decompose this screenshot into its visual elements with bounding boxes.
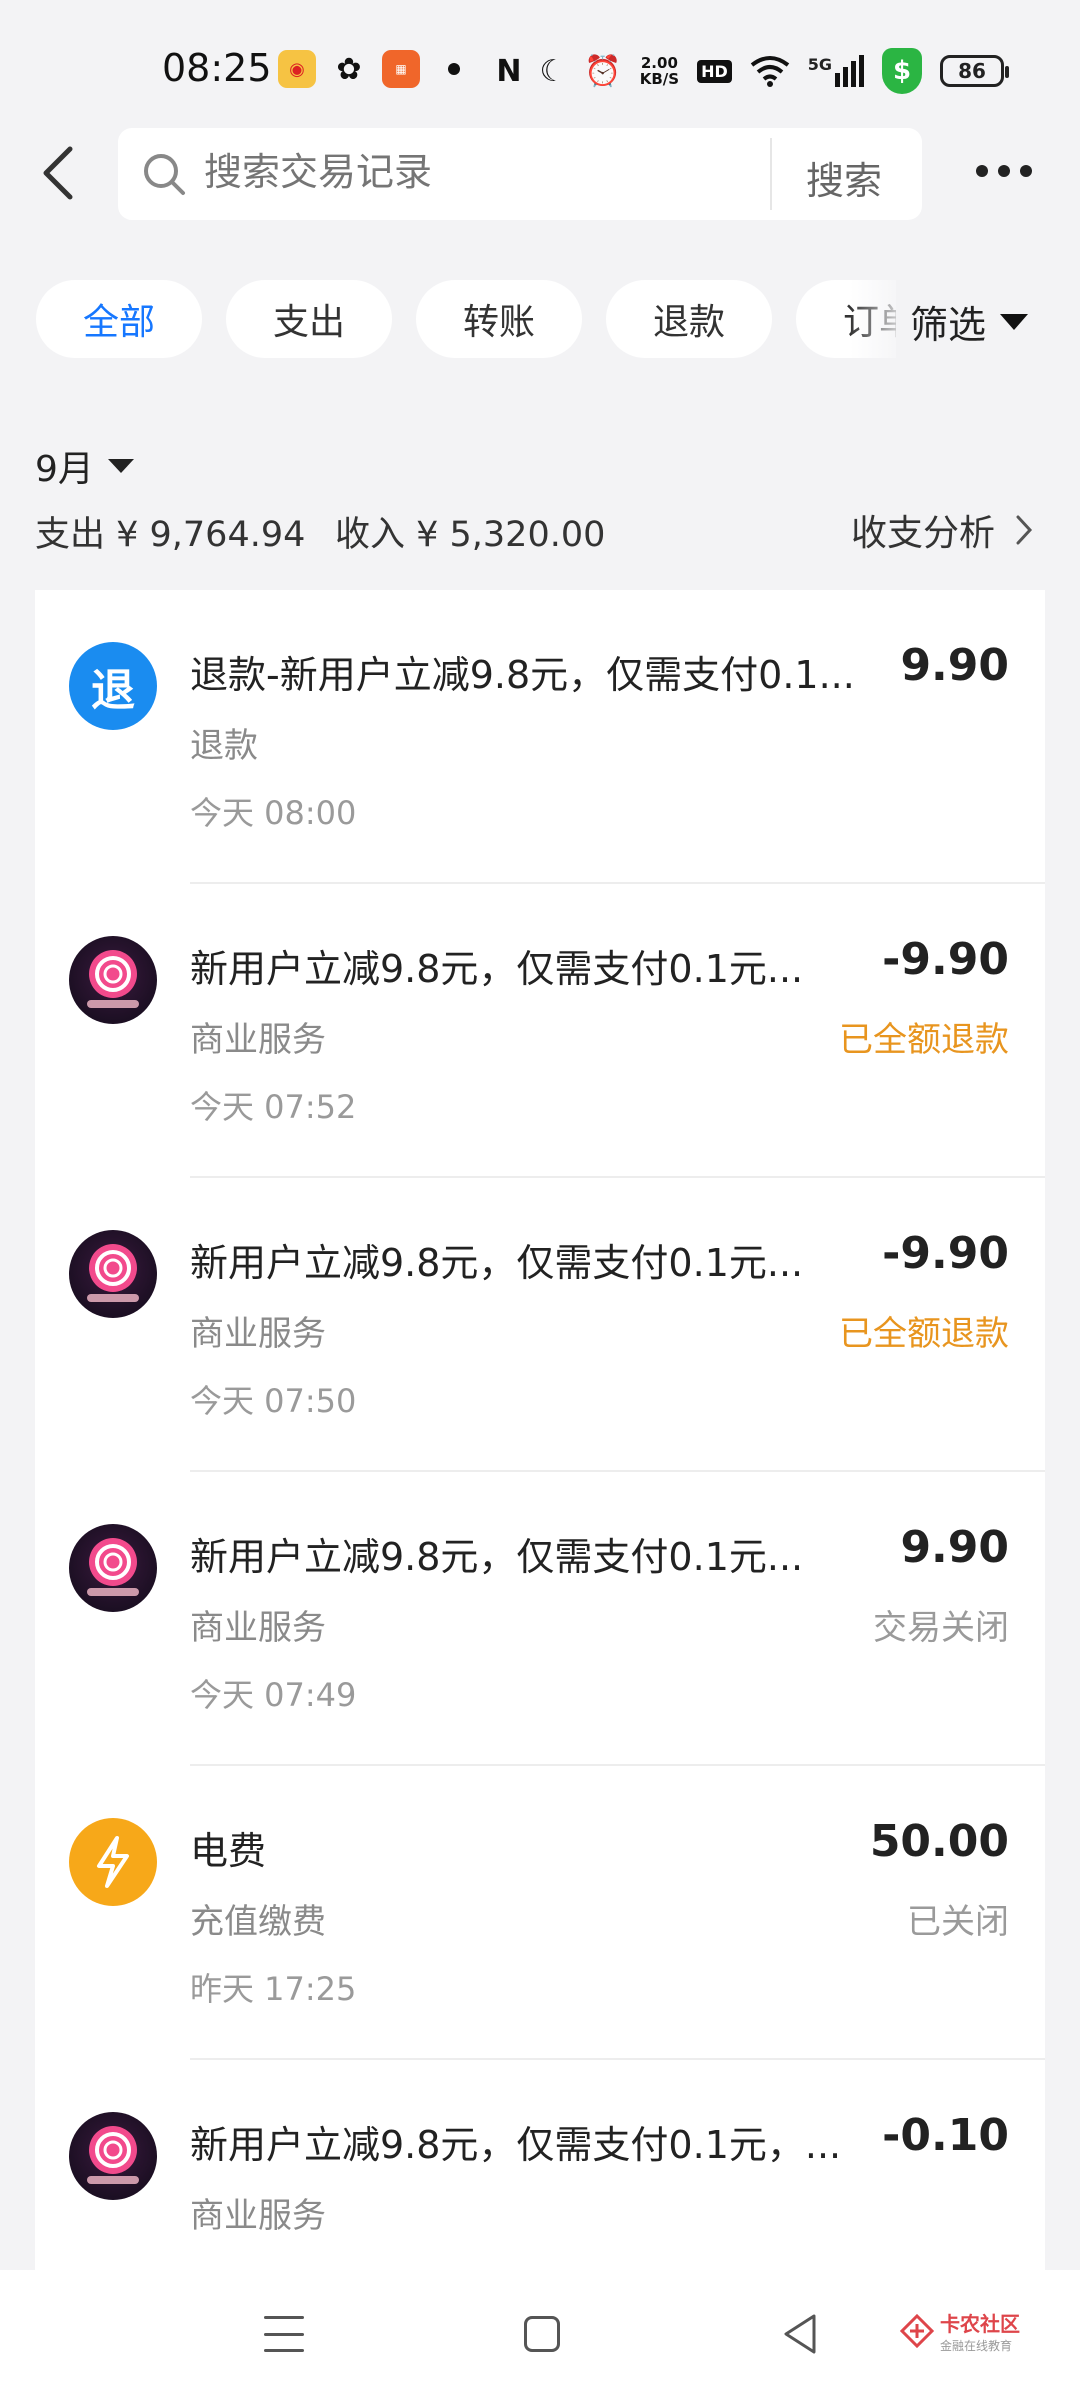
back-button[interactable] (32, 140, 82, 206)
transaction-time: 昨天 17:25 (190, 1970, 357, 2008)
chip-expense[interactable]: 支出 (226, 280, 392, 358)
transaction-amount: 9.90 (900, 640, 1009, 691)
transaction-time: 今天 07:50 (190, 1382, 357, 1420)
status-indicators: N ☾ ⏰ 2.00 KB/S HD 5G $ 86 (496, 48, 1009, 94)
month-summary: 9月 支出 ¥ 9,764.94 收入 ¥ 5,320.00 收支分析 (35, 408, 1045, 588)
alarm-icon: ⏰ (584, 53, 622, 89)
menu-icon[interactable] (264, 2316, 304, 2352)
transaction-row[interactable]: 退 退款-新用户立减9.8元，仅需支付0.1... 退款 今天 08:00 9.… (35, 590, 1045, 884)
transaction-row[interactable]: 新用户立减9.8元，仅需支付0.1元，... 商业服务 -0.10 (35, 2060, 1045, 2270)
transaction-category: 退款 (190, 726, 258, 766)
transaction-amount: -0.10 (882, 2110, 1009, 2161)
home-icon[interactable] (524, 2316, 560, 2352)
transaction-row[interactable]: 新用户立减9.8元，仅需支付0.1元... 商业服务 今天 07:50 -9.9… (35, 1178, 1045, 1472)
watermark-name: 卡农社区 (940, 2312, 1020, 2336)
chevron-right-icon (1016, 515, 1033, 545)
more-notifications-dot (448, 63, 460, 75)
expense-total: 支出 ¥ 9,764.94 (35, 515, 306, 555)
transaction-amount: 50.00 (869, 1816, 1009, 1867)
transaction-category: 商业服务 (190, 2196, 326, 2236)
month-label: 9月 (35, 449, 94, 490)
transaction-time: 今天 07:49 (190, 1676, 357, 1714)
transaction-title: 电费 (190, 1829, 267, 1873)
lollipop-merchant-icon (69, 1524, 157, 1612)
transaction-category: 商业服务 (190, 1314, 326, 1354)
search-button[interactable]: 搜索 (806, 150, 882, 205)
analysis-label: 收支分析 (850, 513, 995, 554)
battery-level: 86 (958, 59, 986, 83)
more-options-icon[interactable] (976, 150, 1032, 192)
lollipop-merchant-icon (69, 1230, 157, 1318)
chip-all[interactable]: 全部 (36, 280, 202, 358)
system-nav-bar: 卡农社区 金融在线教育 (0, 2270, 1080, 2400)
transaction-title: 新用户立减9.8元，仅需支付0.1元，... (190, 2123, 842, 2167)
transaction-category: 商业服务 (190, 1020, 326, 1060)
chip-transfer[interactable]: 转账 (416, 280, 582, 358)
transaction-category: 商业服务 (190, 1608, 326, 1648)
caret-down-icon (107, 459, 134, 473)
watermark-tagline: 金融在线教育 (940, 2339, 1013, 2353)
search-bar: 搜索 (118, 128, 922, 220)
filter-button[interactable]: 筛选 (910, 294, 1029, 349)
status-time: 08:25 (162, 46, 272, 90)
search-icon (144, 154, 185, 195)
transaction-list: 退 退款-新用户立减9.8元，仅需支付0.1... 退款 今天 08:00 9.… (35, 590, 1045, 2270)
lollipop-merchant-icon (69, 2112, 157, 2200)
kanong-logo-icon (900, 2314, 934, 2348)
status-bar: 08:25 ◉ ✿ ▦ N ☾ ⏰ 2.00 KB/S HD 5G $ 86 (0, 0, 1080, 120)
transaction-status: 交易关闭 (873, 1608, 1009, 1648)
hd-icon: HD (697, 59, 732, 83)
security-shield-icon: $ (882, 48, 922, 94)
app-notification-icon: ▦ (382, 50, 420, 88)
transaction-amount: 9.90 (900, 1522, 1009, 1573)
month-selector[interactable]: 9月 (35, 440, 134, 492)
transaction-row[interactable]: 电费 充值缴费 昨天 17:25 50.00 已关闭 (35, 1766, 1045, 2060)
transaction-amount: -9.90 (882, 1228, 1009, 1279)
income-total: 收入 ¥ 5,320.00 (335, 515, 606, 555)
net-speed: 2.00 KB/S (639, 54, 680, 88)
transaction-status: 已全额退款 (839, 1020, 1009, 1060)
chevron-left-icon (43, 146, 73, 200)
transaction-row[interactable]: 新用户立减9.8元，仅需支付0.1元... 商业服务 今天 07:52 -9.9… (35, 884, 1045, 1178)
chip-refund[interactable]: 退款 (606, 280, 772, 358)
transaction-time: 今天 08:00 (190, 794, 357, 832)
nfc-icon: N (496, 53, 522, 89)
transaction-time: 今天 07:52 (190, 1088, 357, 1126)
transaction-category: 充值缴费 (190, 1902, 326, 1942)
transaction-amount: -9.90 (882, 934, 1009, 985)
caret-down-icon (1000, 313, 1029, 330)
transaction-row[interactable]: 新用户立减9.8元，仅需支付0.1元... 商业服务 今天 07:49 9.90… (35, 1472, 1045, 1766)
lollipop-merchant-icon (69, 936, 157, 1024)
chip-fade (850, 278, 910, 362)
cell-signal-icon: 5G (808, 55, 864, 87)
refund-icon: 退 (69, 642, 157, 730)
notification-icons: ◉ ✿ ▦ (278, 50, 460, 88)
search-input[interactable] (204, 150, 844, 194)
wifi-icon (750, 56, 789, 87)
watermark-logo: 卡农社区 金融在线教育 (900, 2308, 1020, 2354)
transaction-title: 新用户立减9.8元，仅需支付0.1元... (190, 1535, 804, 1579)
transaction-status: 已全额退款 (839, 1314, 1009, 1354)
transaction-title: 新用户立减9.8元，仅需支付0.1元... (190, 947, 804, 991)
battery-icon: 86 (940, 55, 1009, 87)
moon-icon: ☾ (539, 53, 567, 89)
weibo-icon: ◉ (278, 50, 316, 88)
income-expense-analysis-link[interactable]: 收支分析 (851, 504, 1033, 556)
back-triangle-icon[interactable] (780, 2312, 820, 2356)
paw-app-icon: ✿ (336, 51, 362, 87)
transaction-title: 退款-新用户立减9.8元，仅需支付0.1... (190, 653, 855, 697)
lightning-icon (69, 1818, 157, 1906)
filter-chips: 全部 支出 转账 退款 订单 (36, 280, 896, 360)
filter-label: 筛选 (910, 303, 987, 347)
transaction-status: 已关闭 (907, 1902, 1009, 1942)
transaction-title: 新用户立减9.8元，仅需支付0.1元... (190, 1241, 804, 1285)
search-divider (770, 138, 772, 210)
